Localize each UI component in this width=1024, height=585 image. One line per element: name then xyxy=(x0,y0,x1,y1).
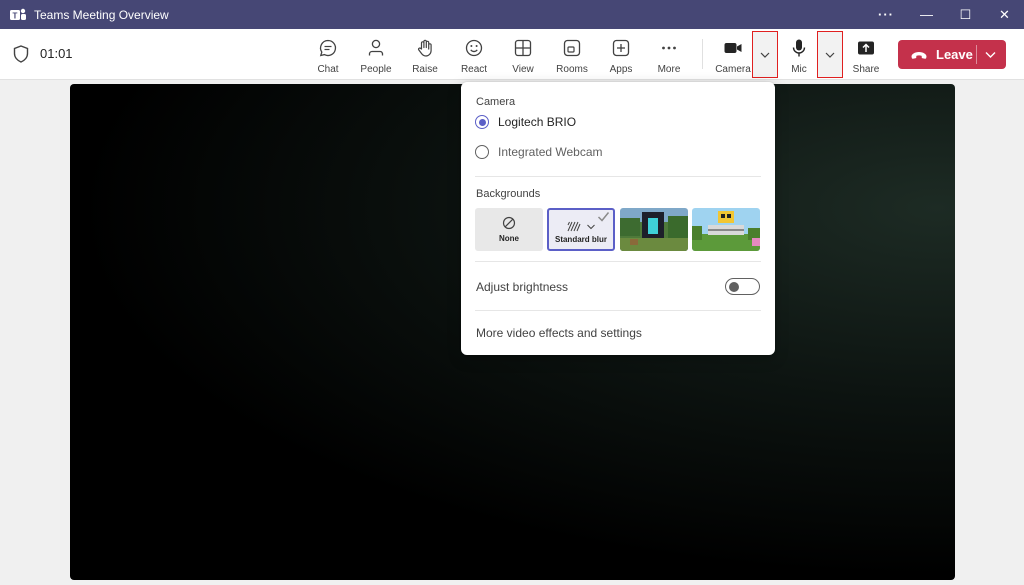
camera-option-integrated[interactable]: Integrated Webcam xyxy=(475,145,603,159)
mic-icon xyxy=(792,39,806,57)
share-icon xyxy=(858,41,874,55)
radio-unselected[interactable] xyxy=(475,145,489,159)
people-label: People xyxy=(360,64,392,75)
raise-hand-icon xyxy=(417,39,432,57)
background-blur-label: Standard blur xyxy=(554,235,607,244)
more-button[interactable]: More xyxy=(654,29,684,80)
background-thumbnail xyxy=(692,208,760,251)
adjust-brightness-toggle[interactable] xyxy=(725,278,760,295)
rooms-button[interactable]: Rooms xyxy=(555,29,589,80)
leave-label: Leave xyxy=(936,47,973,62)
camera-options-flyout: Camera Logitech BRIO Integrated Webcam B… xyxy=(461,82,775,355)
divider xyxy=(475,176,761,177)
maximize-button[interactable]: ☐ xyxy=(946,0,985,29)
blur-icon xyxy=(567,221,580,232)
apps-label: Apps xyxy=(609,64,633,75)
close-button[interactable]: ✕ xyxy=(985,0,1024,29)
divider xyxy=(475,310,761,311)
chat-icon xyxy=(319,39,337,57)
window-more-button[interactable]: ··· xyxy=(865,0,907,29)
rooms-icon xyxy=(563,39,581,57)
camera-label: Camera xyxy=(715,64,751,75)
react-icon xyxy=(465,39,483,57)
more-video-effects-link[interactable]: More video effects and settings xyxy=(476,326,642,340)
camera-button[interactable]: Camera xyxy=(714,29,752,80)
view-icon xyxy=(514,39,532,57)
background-none-label: None xyxy=(499,234,519,243)
raise-label: Raise xyxy=(412,64,438,75)
background-none[interactable]: None xyxy=(475,208,543,251)
svg-text:T: T xyxy=(13,11,18,20)
camera-option-logitech[interactable]: Logitech BRIO xyxy=(475,115,576,129)
apps-button[interactable]: Apps xyxy=(606,29,636,80)
share-label: Share xyxy=(852,64,880,75)
window-title: Teams Meeting Overview xyxy=(34,7,169,22)
teams-logo-icon: T xyxy=(10,8,26,20)
react-button[interactable]: React xyxy=(459,29,489,80)
no-background-icon xyxy=(502,216,516,230)
camera-section-title: Camera xyxy=(476,96,516,108)
more-label: More xyxy=(657,64,681,75)
background-image-minecraft[interactable] xyxy=(692,208,760,251)
leave-button[interactable]: Leave xyxy=(898,40,1006,69)
minimize-button[interactable]: — xyxy=(907,0,946,29)
camera-icon xyxy=(724,43,742,53)
chevron-down-icon xyxy=(586,224,595,229)
apps-icon xyxy=(612,39,630,57)
people-icon xyxy=(368,39,384,56)
meeting-timer: 01:01 xyxy=(40,46,73,61)
radio-selected[interactable] xyxy=(475,115,489,129)
people-button[interactable]: People xyxy=(358,29,394,80)
title-bar: T Teams Meeting Overview ··· — ☐ ✕ xyxy=(0,0,1024,29)
view-button[interactable]: View xyxy=(508,29,538,80)
leave-divider xyxy=(976,45,977,64)
divider xyxy=(475,261,761,262)
camera-options-dropdown[interactable] xyxy=(752,31,778,78)
adjust-brightness-label: Adjust brightness xyxy=(476,280,569,294)
background-thumbnail xyxy=(620,208,688,251)
view-label: View xyxy=(512,64,534,75)
chat-label: Chat xyxy=(317,64,339,75)
camera-option-label: Integrated Webcam xyxy=(498,145,603,159)
meeting-toolbar: 01:01 Chat People Raise React View Rooms… xyxy=(0,29,1024,80)
camera-option-label: Logitech BRIO xyxy=(498,115,577,129)
rooms-label: Rooms xyxy=(556,64,588,75)
checkmark-icon xyxy=(597,212,610,222)
chevron-down-icon xyxy=(760,52,770,58)
share-button[interactable]: Share xyxy=(851,29,881,80)
leave-options-chevron-icon[interactable] xyxy=(984,48,997,61)
raise-button[interactable]: Raise xyxy=(410,29,440,80)
chat-button[interactable]: Chat xyxy=(313,29,343,80)
shield-icon[interactable] xyxy=(13,45,29,63)
mic-options-dropdown[interactable] xyxy=(817,31,843,78)
hang-up-icon xyxy=(911,51,927,59)
background-image-portal[interactable] xyxy=(620,208,688,251)
mic-button[interactable]: Mic xyxy=(786,29,812,80)
mic-label: Mic xyxy=(791,64,807,75)
toolbar-divider xyxy=(702,39,703,69)
backgrounds-section-title: Backgrounds xyxy=(476,188,541,200)
react-label: React xyxy=(460,64,488,75)
more-icon xyxy=(662,46,676,50)
background-standard-blur[interactable]: Standard blur xyxy=(547,208,615,251)
chevron-down-icon xyxy=(825,52,835,58)
